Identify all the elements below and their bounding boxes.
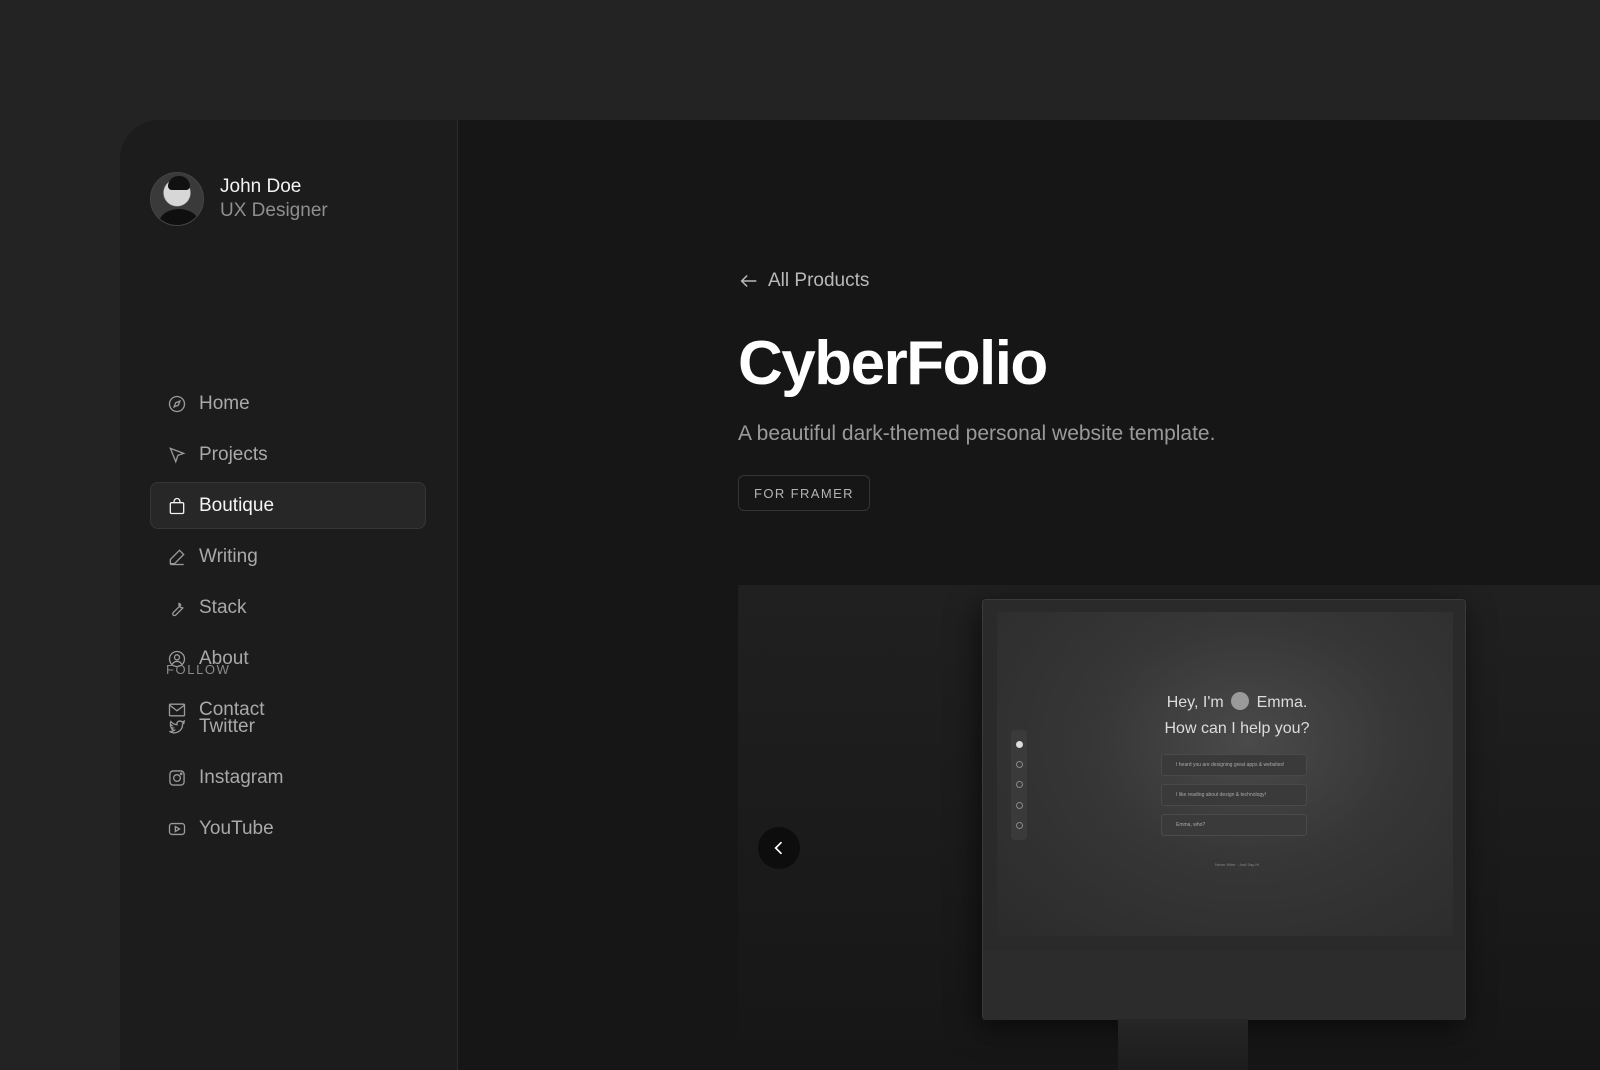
back-link-label: All Products	[768, 270, 870, 291]
sidebar: John Doe UX Designer Home Projects Bouti…	[120, 120, 458, 1070]
monitor-stand	[1118, 1019, 1248, 1070]
main-nav: Home Projects Boutique Writing Stack Abo…	[150, 380, 426, 737]
monitor-screen: Hey, I'm Emma. How can I help you? I hea…	[997, 612, 1453, 936]
app-window: John Doe UX Designer Home Projects Bouti…	[120, 120, 1600, 1070]
sidebar-item-label: Stack	[199, 596, 247, 618]
profile-name: John Doe	[220, 176, 302, 197]
monitor-chin	[983, 950, 1465, 1020]
social-link-instagram[interactable]: Instagram	[150, 754, 426, 801]
social-link-label: YouTube	[199, 817, 274, 839]
cursor-icon	[167, 445, 187, 465]
main-content: All Products CyberFolio A beautiful dark…	[458, 120, 1600, 1070]
carousel-prev-button[interactable]	[758, 827, 800, 869]
social-link-twitter[interactable]: Twitter	[150, 703, 426, 750]
follow-heading: FOLLOW	[166, 662, 231, 677]
sidebar-item-label: Home	[199, 392, 250, 414]
social-link-label: Twitter	[199, 715, 255, 737]
platform-tag: FOR FRAMER	[738, 475, 870, 511]
preview-option: I like reading about design & technology…	[1161, 784, 1307, 806]
sidebar-item-label: Writing	[199, 545, 258, 567]
page-subtitle: A beautiful dark-themed personal website…	[738, 422, 1216, 445]
sidebar-item-label: Boutique	[199, 494, 275, 516]
pen-icon	[167, 547, 187, 567]
preview-option: Emma, who?	[1161, 814, 1307, 836]
preview-option: I heard you are designing great apps & w…	[1161, 754, 1307, 776]
sidebar-item-home[interactable]: Home	[150, 380, 426, 427]
sidebar-item-stack[interactable]: Stack	[150, 584, 426, 631]
back-link[interactable]: All Products	[738, 270, 869, 292]
monitor-mockup: Hey, I'm Emma. How can I help you? I hea…	[982, 599, 1466, 1020]
mini-sidebar	[1011, 730, 1027, 840]
social-link-youtube[interactable]: YouTube	[150, 805, 426, 852]
youtube-icon	[167, 819, 187, 839]
shopping-bag-icon	[167, 496, 187, 516]
instagram-icon	[167, 768, 187, 788]
social-link-label: Instagram	[199, 766, 284, 788]
avatar	[150, 172, 204, 226]
profile[interactable]: John Doe UX Designer	[150, 172, 328, 226]
chevron-left-icon	[774, 841, 783, 855]
sidebar-item-boutique[interactable]: Boutique	[150, 482, 426, 529]
profile-role: UX Designer	[220, 200, 328, 221]
mini-avatar	[1231, 692, 1250, 710]
page-title: CyberFolio	[738, 329, 1048, 398]
preview-footer: Never Mine · Just Say Hi	[1214, 862, 1260, 867]
compass-icon	[167, 394, 187, 414]
sidebar-item-projects[interactable]: Projects	[150, 431, 426, 478]
follow-nav: Twitter Instagram YouTube	[150, 703, 426, 856]
wrench-icon	[167, 598, 187, 618]
sidebar-item-writing[interactable]: Writing	[150, 533, 426, 580]
sidebar-item-label: Projects	[199, 443, 268, 465]
preview-greeting: Hey, I'm Emma. How can I help you?	[1164, 692, 1310, 737]
product-preview-carousel: Hey, I'm Emma. How can I help you? I hea…	[738, 585, 1600, 1070]
arrow-left-icon	[740, 274, 757, 288]
twitter-icon	[167, 717, 187, 737]
